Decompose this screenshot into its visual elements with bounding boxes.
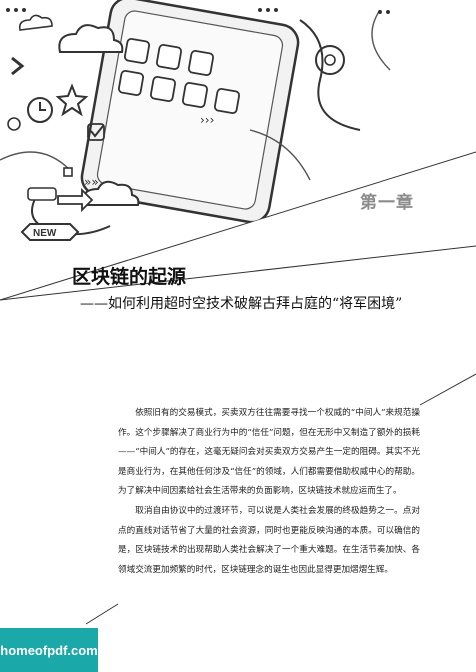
arrows-right-text: ››› — [200, 113, 214, 127]
new-badge-text: NEW — [33, 228, 57, 239]
diagonal-line-right — [419, 373, 476, 406]
chapter-title: 区块链的起源 — [72, 266, 187, 288]
clock-icon — [27, 97, 53, 123]
paragraph: 取消自由协议中的过渡环节，可以说是人类社会发展的终极趋势之一。点对点的直线对话节… — [118, 505, 420, 575]
chapter-subtitle: ——如何利用超时空技术破解古拜占庭的“将军困境” — [80, 296, 403, 312]
arrows-text: »» — [84, 175, 99, 189]
body-text: 依照旧有的交易模式，买卖双方往往需要寻找一个权威的“中间人”来规范操作。这个步骤… — [118, 404, 420, 580]
paragraph: 依照旧有的交易模式，买卖双方往往需要寻找一个权威的“中间人”来规范操作。这个步骤… — [118, 408, 420, 497]
gear-icon — [315, 45, 345, 75]
star-icon — [55, 83, 89, 117]
page: NEW »» ››› 第一章 区块链的起源 ——如何利用超时空技术破解古拜占庭的… — [0, 0, 476, 672]
diagonal-line-left — [85, 603, 119, 625]
watermark[interactable]: homeofpdf.com — [0, 628, 98, 672]
chapter-label: 第一章 — [360, 193, 414, 213]
